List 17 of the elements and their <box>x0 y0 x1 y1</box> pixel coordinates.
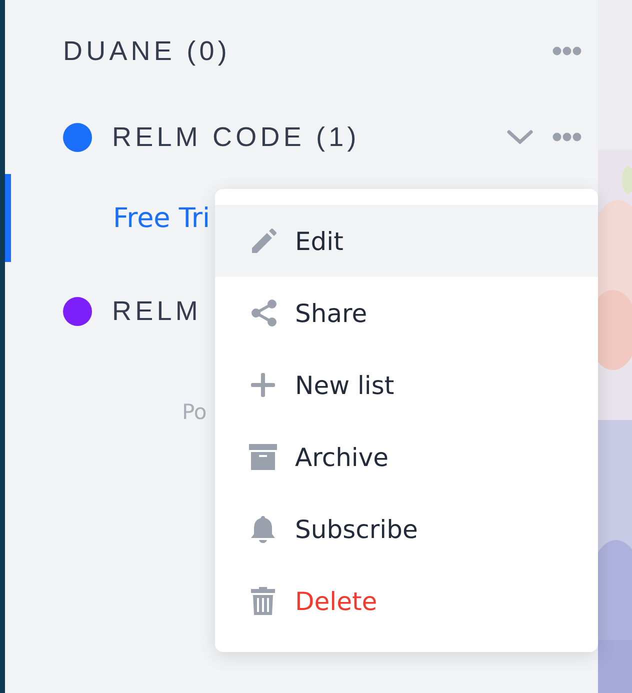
workspace-name[interactable]: RELM CODE (1) <box>112 122 360 152</box>
menu-item[interactable]: Edit <box>215 205 598 277</box>
more-icon[interactable] <box>552 132 582 142</box>
footer-text: Po <box>181 400 208 424</box>
menu-item[interactable]: Subscribe <box>215 493 598 565</box>
workspace-name[interactable]: RELM <box>112 296 202 326</box>
menu-item[interactable]: Share <box>215 277 598 349</box>
menu-item[interactable]: Archive <box>215 421 598 493</box>
more-icon[interactable] <box>552 46 582 56</box>
chevron-down-icon[interactable] <box>506 128 534 146</box>
menu-item[interactable]: New list <box>215 349 598 421</box>
bell-icon <box>248 514 278 544</box>
trash-icon <box>248 586 278 616</box>
archive-box-icon <box>248 442 278 472</box>
workspace-name[interactable]: DUANE (0) <box>63 36 230 66</box>
plus-icon <box>248 370 278 400</box>
menu-item[interactable]: Delete <box>215 565 598 637</box>
